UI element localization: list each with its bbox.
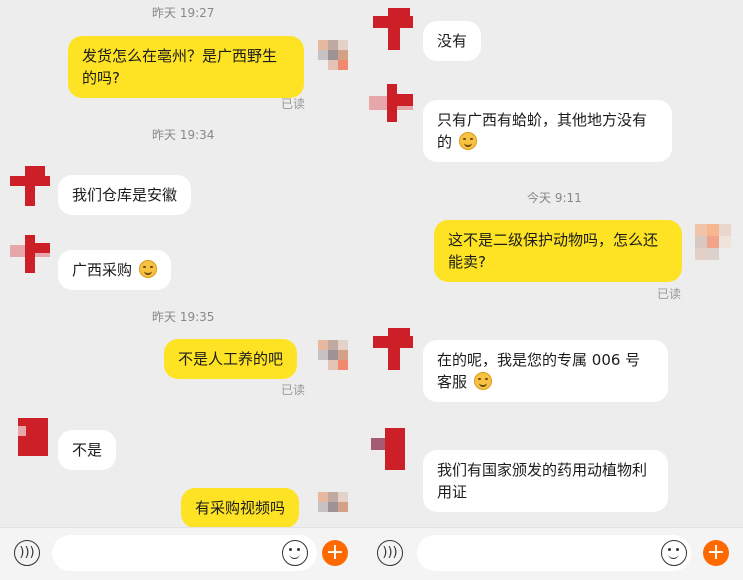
message-input[interactable] — [417, 535, 691, 571]
message-bubble-incoming[interactable]: 只有广西有蛤蚧，其他地方没有的 — [423, 100, 672, 162]
plus-button[interactable]: + — [703, 540, 729, 566]
seller-avatar[interactable] — [18, 418, 58, 458]
message-bubble-incoming[interactable]: 我们仓库是安徽 — [58, 175, 192, 215]
message-bubble-incoming[interactable]: 不是 — [58, 430, 117, 470]
emoji-button[interactable] — [661, 540, 687, 566]
seller-avatar[interactable] — [373, 8, 413, 50]
chat-input-bar: ))) + — [365, 527, 743, 580]
plus-button[interactable]: + — [322, 540, 348, 566]
chat-panel-left: 昨天 19:27 发货怎么在亳州？是广西野生的吗? 已读 昨天 19:34 我们… — [0, 0, 365, 580]
timestamp: 昨天 19:35 — [152, 310, 215, 324]
message-bubble-outgoing[interactable]: 这不是二级保护动物吗，怎么还能卖? — [434, 220, 682, 282]
emoji-button[interactable] — [282, 540, 308, 566]
message-input[interactable] — [52, 535, 317, 571]
message-bubble-outgoing[interactable]: 发货怎么在亳州？是广西野生的吗? — [68, 36, 304, 98]
smile-emoji — [458, 132, 477, 150]
seller-avatar[interactable] — [10, 235, 50, 275]
message-text: 在的呢，我是您的专属 006 号客服 — [437, 351, 641, 391]
read-status: 已读 — [281, 383, 306, 397]
seller-avatar[interactable] — [369, 84, 413, 124]
my-avatar[interactable] — [318, 40, 358, 80]
message-bubble-incoming[interactable]: 我们有国家颁发的药用动植物利用证 — [423, 450, 668, 512]
message-bubble-outgoing[interactable]: 有采购视频吗 — [181, 488, 300, 528]
timestamp: 昨天 19:34 — [152, 128, 215, 142]
voice-icon: ))) — [382, 545, 398, 560]
voice-icon: ))) — [19, 545, 35, 560]
read-status: 已读 — [657, 287, 682, 301]
my-avatar[interactable] — [695, 224, 735, 264]
my-avatar[interactable] — [318, 340, 358, 380]
message-bubble-incoming[interactable]: 在的呢，我是您的专属 006 号客服 — [423, 340, 668, 402]
chat-input-bar: ))) + — [0, 527, 365, 580]
blush-emoji — [473, 372, 492, 390]
timestamp: 昨天 19:27 — [152, 6, 215, 20]
message-bubble-incoming[interactable]: 广西采购 — [58, 250, 171, 290]
voice-input-button[interactable]: ))) — [377, 540, 403, 566]
seller-avatar[interactable] — [371, 428, 411, 470]
smile-emoji — [138, 260, 157, 278]
voice-input-button[interactable]: ))) — [14, 540, 40, 566]
my-avatar[interactable] — [318, 492, 358, 532]
timestamp: 今天 9:11 — [527, 191, 582, 205]
seller-avatar[interactable] — [10, 166, 50, 206]
message-text: 广西采购 — [72, 261, 133, 279]
chat-panel-right: 没有 只有广西有蛤蚧，其他地方没有的 今天 9:11 这不是二级保护动物吗，怎么… — [365, 0, 743, 580]
message-bubble-incoming[interactable]: 没有 — [423, 21, 482, 61]
read-status: 已读 — [281, 97, 306, 111]
message-bubble-outgoing[interactable]: 不是人工养的吧 — [164, 339, 298, 379]
seller-avatar[interactable] — [373, 328, 413, 370]
